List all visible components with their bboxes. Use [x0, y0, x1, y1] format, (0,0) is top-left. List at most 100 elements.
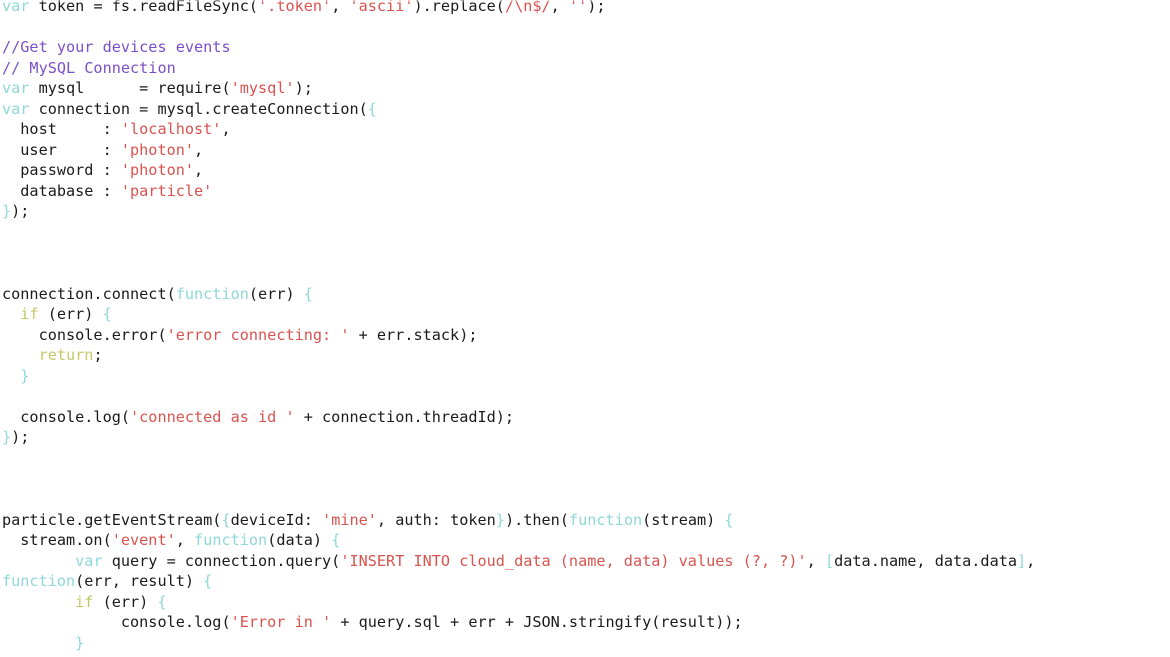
code-token-plain: ,	[194, 161, 204, 180]
code-line: });	[2, 654, 1035, 657]
code-line: password : 'photon',	[2, 160, 1035, 181]
code-token-plain: ,	[194, 140, 204, 159]
code-token-keyword: function	[194, 531, 268, 550]
code-token-punctuation: }	[2, 202, 12, 221]
code-token-control: return	[38, 346, 94, 365]
code-token-plain: + connection.threadId);	[294, 407, 515, 426]
code-token-keyword: function	[175, 284, 249, 303]
code-token-comment: //Get your devices events	[2, 38, 231, 57]
code-line: ​	[2, 469, 1035, 490]
code-line: console.log('Error in ' + query.sql + er…	[2, 612, 1035, 633]
code-token-plain: query = connection.query(	[102, 551, 341, 570]
code-token-punctuation: [	[824, 551, 835, 570]
code-token-plain: );	[11, 202, 30, 221]
code-line: function(err, result) {	[2, 571, 1035, 592]
code-token-plain: connection.connect(	[2, 284, 176, 303]
code-token-plain: (err)	[93, 592, 158, 611]
code-line: user : 'photon',	[2, 140, 1035, 161]
code-token-keyword: function	[2, 572, 76, 591]
code-line: ​	[2, 448, 1035, 469]
code-token-plain: );	[294, 79, 313, 98]
code-token-plain: stream.on(	[2, 531, 112, 550]
code-token-plain: host :	[2, 120, 121, 139]
code-token-string: ''	[568, 0, 588, 15]
code-token-plain: (err)	[38, 305, 103, 324]
code-line: });	[2, 201, 1035, 222]
code-token-plain: );	[11, 428, 30, 447]
code-token-plain: (err, result)	[75, 572, 204, 591]
code-editor[interactable]: var token = fs.readFileSync('.token', 'a…	[0, 0, 1170, 657]
code-token-plain: connection = mysql.createConnection(	[29, 99, 368, 118]
code-token-keyword: var	[2, 0, 30, 15]
code-token-plain: particle.getEventStream(	[2, 510, 222, 529]
code-token-plain: user :	[2, 140, 121, 159]
code-line: if (err) {	[2, 304, 1035, 325]
code-token-string: 'INSERT INTO cloud_data (name, data) val…	[340, 551, 807, 570]
code-token-string: 'photon'	[120, 161, 195, 180]
code-token-plain: ,	[1026, 551, 1036, 570]
code-token-plain: (stream)	[642, 510, 725, 529]
code-line: stream.on('event', function(data) {	[2, 530, 1035, 551]
code-content[interactable]: var token = fs.readFileSync('.token', 'a…	[2, 0, 1035, 657]
code-token-string: 'Error in '	[230, 613, 332, 632]
code-line: connection.connect(function(err) {	[2, 284, 1035, 305]
code-token-plain: mysql = require(	[29, 79, 231, 98]
code-token-plain: + query.sql + err + JSON.stringify(resul…	[331, 613, 743, 632]
code-token-punctuation: ]	[1017, 551, 1027, 570]
code-token-punctuation: {	[724, 510, 734, 529]
code-token-control: if	[20, 305, 39, 324]
code-line: return;	[2, 345, 1035, 366]
code-token-plain: deviceId:	[230, 510, 323, 529]
code-token-punctuation: {	[303, 284, 313, 303]
code-token-punctuation: }	[20, 366, 30, 385]
code-line: var mysql = require('mysql');	[2, 78, 1035, 99]
code-token-plain: token = fs.readFileSync(	[29, 0, 259, 15]
code-token-keyword: var	[2, 99, 30, 118]
code-token-punctuation: }	[495, 510, 505, 529]
code-line: ​	[2, 243, 1035, 264]
code-token-plain: console.log(	[2, 613, 231, 632]
code-line: ​	[2, 489, 1035, 510]
code-token-string: /\n$/	[504, 0, 551, 15]
code-token-plain: console.log(	[2, 407, 131, 426]
code-token-punctuation: {	[102, 305, 112, 324]
code-token-plain: password :	[2, 161, 121, 180]
code-token-string: '.token'	[258, 0, 332, 15]
code-line: host : 'localhost',	[2, 119, 1035, 140]
code-token-comment: // MySQL Connection	[2, 58, 176, 77]
code-token-plain: ,	[806, 551, 825, 570]
code-token-keyword: var	[2, 79, 30, 98]
code-line: ​	[2, 222, 1035, 243]
code-token-keyword: function	[568, 510, 643, 529]
code-token-string: 'localhost'	[120, 120, 222, 139]
code-line: var connection = mysql.createConnection(…	[2, 99, 1035, 120]
code-token-punctuation: }	[2, 428, 12, 447]
code-token-string: 'mysql'	[230, 79, 295, 98]
code-token-string: 'ascii'	[349, 0, 414, 15]
code-token-string: 'particle'	[120, 181, 213, 200]
code-line: var query = connection.query('INSERT INT…	[2, 551, 1035, 572]
code-line: }	[2, 366, 1035, 387]
code-token-plain: data.name, data.data	[834, 551, 1017, 570]
code-token-plain: ;	[93, 346, 103, 365]
code-token-plain: ,	[221, 120, 231, 139]
code-token-plain: , auth: token	[376, 510, 496, 529]
code-line: });	[2, 427, 1035, 448]
code-token-string: 'photon'	[120, 140, 195, 159]
code-line: if (err) {	[2, 592, 1035, 613]
code-line: var token = fs.readFileSync('.token', 'a…	[2, 0, 1035, 17]
code-token-punctuation: }	[75, 633, 85, 652]
code-token-string: 'event'	[111, 531, 176, 550]
code-token-punctuation: {	[221, 510, 231, 529]
code-token-plain: database :	[2, 181, 121, 200]
code-token-control: if	[75, 592, 94, 611]
code-line: }	[2, 633, 1035, 654]
code-line: ​	[2, 17, 1035, 38]
code-token-string: 'mine'	[322, 510, 377, 529]
code-token-plain: (err)	[248, 284, 304, 303]
code-token-plain: ,	[550, 0, 569, 15]
code-token-keyword: var	[75, 551, 103, 570]
